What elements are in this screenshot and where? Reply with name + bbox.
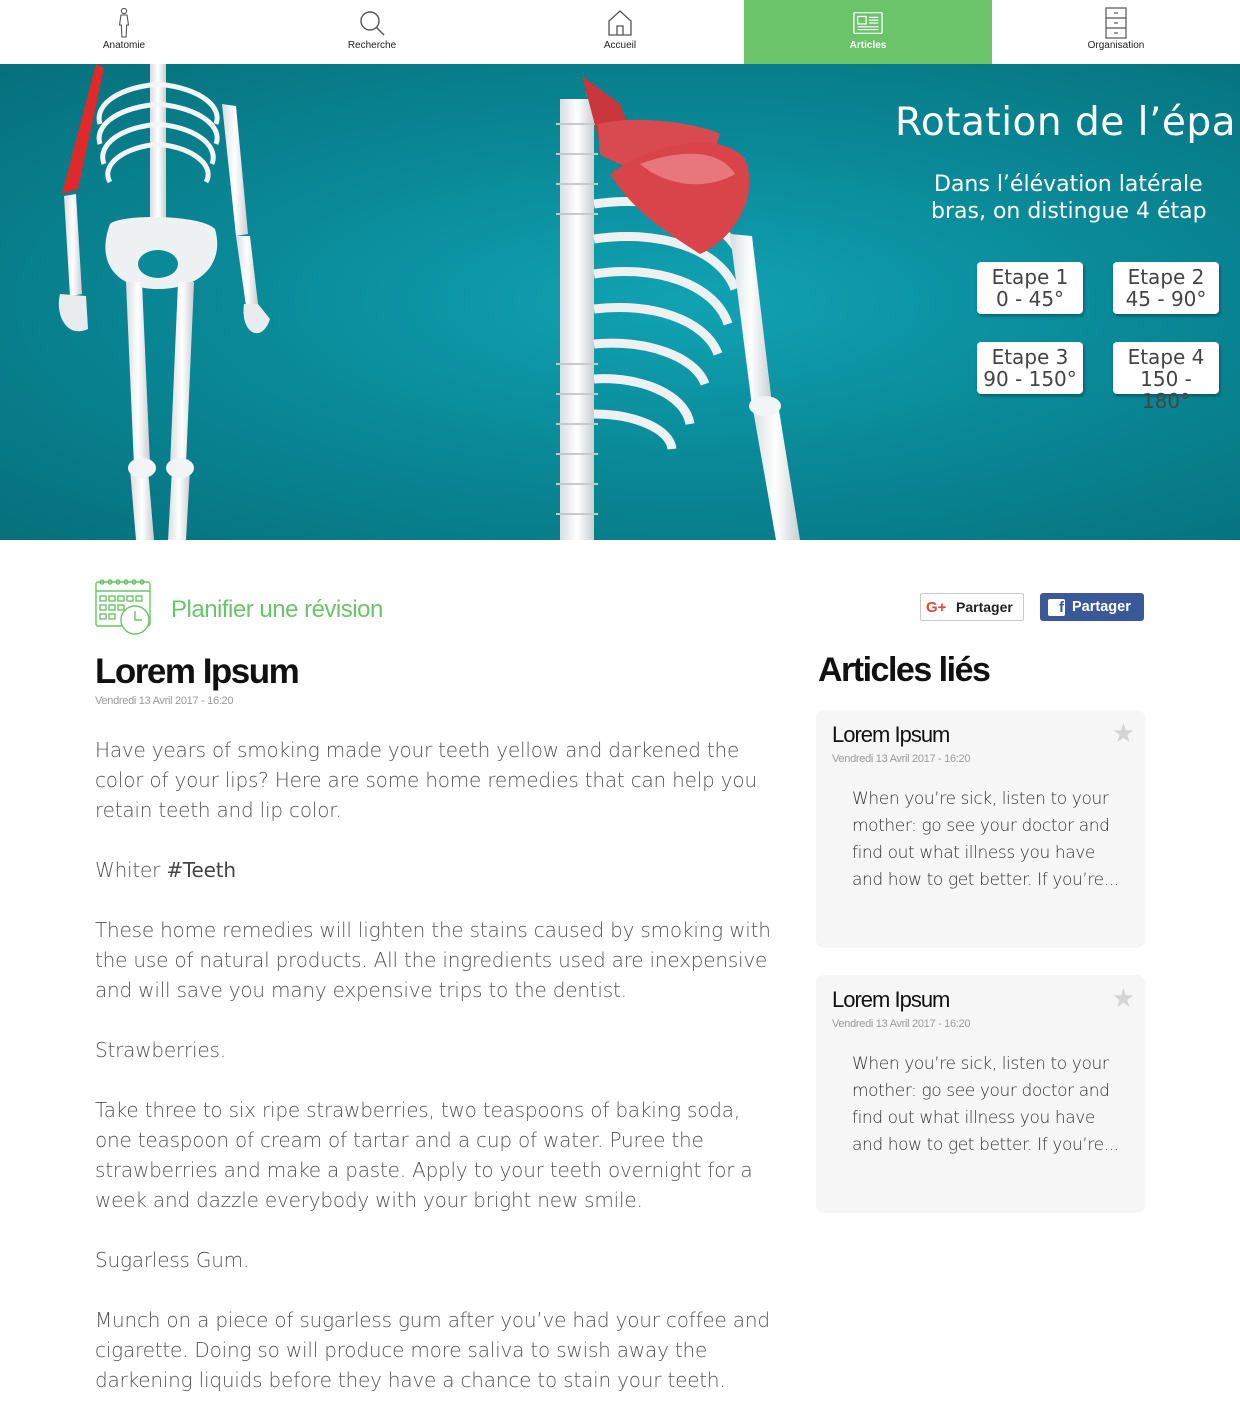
nav-item-organisation[interactable]: Organisation <box>992 0 1240 64</box>
top-nav: Anatomie Recherche Accueil Articles Orga… <box>0 0 1240 65</box>
article-date: Vendredi 13 Avril 2017 - 16:20 <box>95 695 234 707</box>
stage-label: Etape 3 <box>991 345 1069 369</box>
card-title: Lorem Ipsum <box>832 722 950 747</box>
related-article-card[interactable]: Lorem Ipsum Vendredi 13 Avril 2017 - 16:… <box>816 710 1145 948</box>
stage-label: Etape 1 <box>991 265 1069 289</box>
article-body: Have years of smoking made your teeth ye… <box>95 735 775 1395</box>
stage-label: Etape 2 <box>1127 265 1205 289</box>
card-title: Lorem Ipsum <box>832 987 950 1012</box>
related-heading: Articles liés <box>818 651 991 689</box>
article-title: Lorem Ipsum <box>95 652 300 691</box>
nav-item-accueil[interactable]: Accueil <box>496 0 744 64</box>
google-plus-icon: G+ <box>926 598 947 616</box>
hero-subtitle: Dans l’élévation latérale <box>934 172 1203 197</box>
nav-label: Articles <box>849 40 887 51</box>
nav-label: Accueil <box>603 40 637 51</box>
star-icon[interactable]: ★ <box>1112 720 1135 746</box>
article-paragraph: Munch on a piece of sugarless gum after … <box>95 1308 770 1392</box>
nav-label: Organisation <box>1087 40 1145 51</box>
plan-revision-button[interactable]: Planifier une révision <box>95 578 383 641</box>
stage-range: 150 - 180° <box>1140 367 1192 413</box>
plan-revision-label: Planifier une révision <box>171 595 383 623</box>
share-google-label: Partager <box>956 599 1013 615</box>
article-paragraph: Whiter #Teeth <box>95 855 775 885</box>
star-icon[interactable]: ★ <box>1112 985 1135 1011</box>
card-date: Vendredi 13 Avril 2017 - 16:20 <box>832 753 971 765</box>
facebook-icon: f <box>1048 598 1065 616</box>
stage-range: 45 - 90° <box>1125 287 1207 311</box>
article-paragraph: Sugarless Gum. <box>95 1248 250 1272</box>
home-icon <box>605 6 635 40</box>
cabinet-icon <box>1101 6 1131 40</box>
stage-box: Etape 3 90 - 150° <box>977 342 1083 394</box>
nav-label: Recherche <box>347 40 397 51</box>
stage-label: Etape 4 <box>1127 345 1205 369</box>
article: Lorem Ipsum Vendredi 13 Avril 2017 - 16:… <box>95 652 775 1425</box>
nav-item-recherche[interactable]: Recherche <box>248 0 496 64</box>
card-excerpt: When you’re sick, listen to your mother:… <box>852 1054 1119 1155</box>
nav-item-articles[interactable]: Articles <box>744 0 992 64</box>
stage-range: 90 - 150° <box>983 367 1077 391</box>
stage-box: Etape 1 0 - 45° <box>977 262 1083 314</box>
newspaper-icon <box>853 6 883 40</box>
search-icon <box>357 6 387 40</box>
stage-range: 0 - 45° <box>995 287 1065 311</box>
stage-box: Etape 4 150 - 180° <box>1113 342 1219 412</box>
hero-subtitle: bras, on distingue 4 étap <box>931 199 1207 224</box>
article-paragraph: Have years of smoking made your teeth ye… <box>95 738 757 822</box>
share-facebook-label: Partager <box>1072 599 1131 615</box>
hashtag-link[interactable]: #Teeth <box>166 858 236 882</box>
nav-label: Anatomie <box>102 40 146 51</box>
related-article-card[interactable]: Lorem Ipsum Vendredi 13 Avril 2017 - 16:… <box>816 975 1145 1213</box>
nav-item-anatomie[interactable]: Anatomie <box>0 0 248 64</box>
article-text: Whiter <box>95 858 167 882</box>
share-facebook-button[interactable]: f Partager <box>1040 593 1144 621</box>
hero-banner: Rotation de l’épa Dans l’élévation latér… <box>0 64 1240 540</box>
hero-title: Rotation de l’épa <box>895 100 1237 145</box>
card-date: Vendredi 13 Avril 2017 - 16:20 <box>832 1018 971 1030</box>
body-icon <box>109 6 139 40</box>
calendar-clock-icon <box>95 578 151 641</box>
stage-box: Etape 2 45 - 90° <box>1113 262 1219 314</box>
article-paragraph: Strawberries. <box>95 1038 226 1062</box>
share-google-button[interactable]: G+ Partager <box>920 593 1024 621</box>
article-paragraph: Take three to six ripe strawberries, two… <box>95 1098 753 1212</box>
article-paragraph: These home remedies will lighten the sta… <box>95 918 771 1002</box>
card-excerpt: When you’re sick, listen to your mother:… <box>852 789 1119 890</box>
